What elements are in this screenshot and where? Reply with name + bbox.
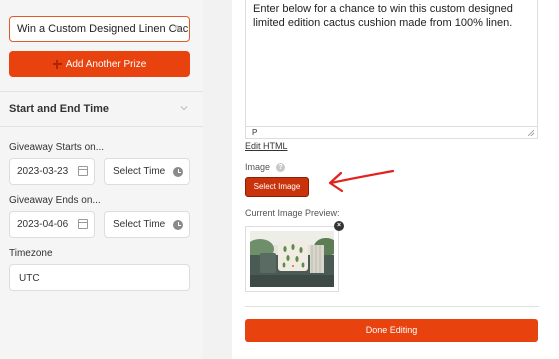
chevron-down-icon[interactable]	[180, 104, 188, 112]
calendar-icon[interactable]	[78, 219, 88, 229]
divider	[0, 91, 203, 92]
prize-name-input[interactable]: Win a Custom Designed Linen Cac… ✎	[9, 16, 190, 42]
edit-html-link[interactable]: Edit HTML	[245, 141, 288, 151]
prize-editor-panel: Enter below for a chance to win this cus…	[232, 0, 559, 359]
giveaway-settings-panel: Win a Custom Designed Linen Cac… ✎ Add A…	[0, 0, 203, 359]
divider	[0, 126, 203, 127]
description-text[interactable]: Enter below for a chance to win this cus…	[253, 3, 529, 30]
start-date-value: 2023-03-23	[17, 166, 69, 177]
editor-status-bar: P	[246, 126, 537, 138]
clock-icon[interactable]	[173, 220, 183, 230]
current-image-preview-label: Current Image Preview:	[245, 208, 340, 218]
image-preview	[245, 226, 339, 292]
prize-name-value: Win a Custom Designed Linen Cac…	[17, 23, 190, 35]
image-label: Image	[245, 162, 271, 172]
remove-image-icon[interactable]: ×	[334, 221, 344, 231]
select-image-button[interactable]: Select Image	[245, 177, 309, 197]
timezone-select[interactable]: UTC	[9, 264, 190, 291]
description-editor[interactable]: Enter below for a chance to win this cus…	[245, 0, 538, 139]
calendar-icon[interactable]	[78, 166, 88, 176]
annotation-arrow-icon	[328, 169, 395, 193]
done-editing-button[interactable]: Done Editing	[245, 319, 538, 342]
plus-icon	[52, 59, 62, 69]
start-end-time-heading[interactable]: Start and End Time	[9, 103, 109, 115]
end-date-label: Giveaway Ends on...	[9, 195, 101, 206]
start-date-label: Giveaway Starts on...	[9, 142, 105, 153]
cactus-cushion-photo	[250, 231, 334, 287]
clock-icon[interactable]	[173, 167, 183, 177]
add-prize-label: Add Another Prize	[65, 58, 147, 70]
end-time-input[interactable]: Select Time	[104, 211, 190, 238]
start-time-input[interactable]: Select Time	[104, 158, 190, 185]
timezone-label: Timezone	[9, 248, 53, 259]
add-another-prize-button[interactable]: Add Another Prize	[9, 51, 190, 77]
element-path: P	[252, 128, 258, 137]
end-date-input[interactable]: 2023-04-06	[9, 211, 95, 238]
timezone-value: UTC	[19, 273, 40, 284]
pencil-icon[interactable]: ✎	[174, 23, 183, 36]
end-time-placeholder: Select Time	[113, 219, 166, 230]
panel-gutter	[203, 0, 232, 359]
resize-handle-icon[interactable]	[528, 130, 534, 136]
start-time-placeholder: Select Time	[113, 166, 166, 177]
help-icon[interactable]: ?	[276, 163, 285, 172]
end-date-value: 2023-04-06	[17, 219, 69, 230]
divider	[245, 306, 539, 307]
start-date-input[interactable]: 2023-03-23	[9, 158, 95, 185]
